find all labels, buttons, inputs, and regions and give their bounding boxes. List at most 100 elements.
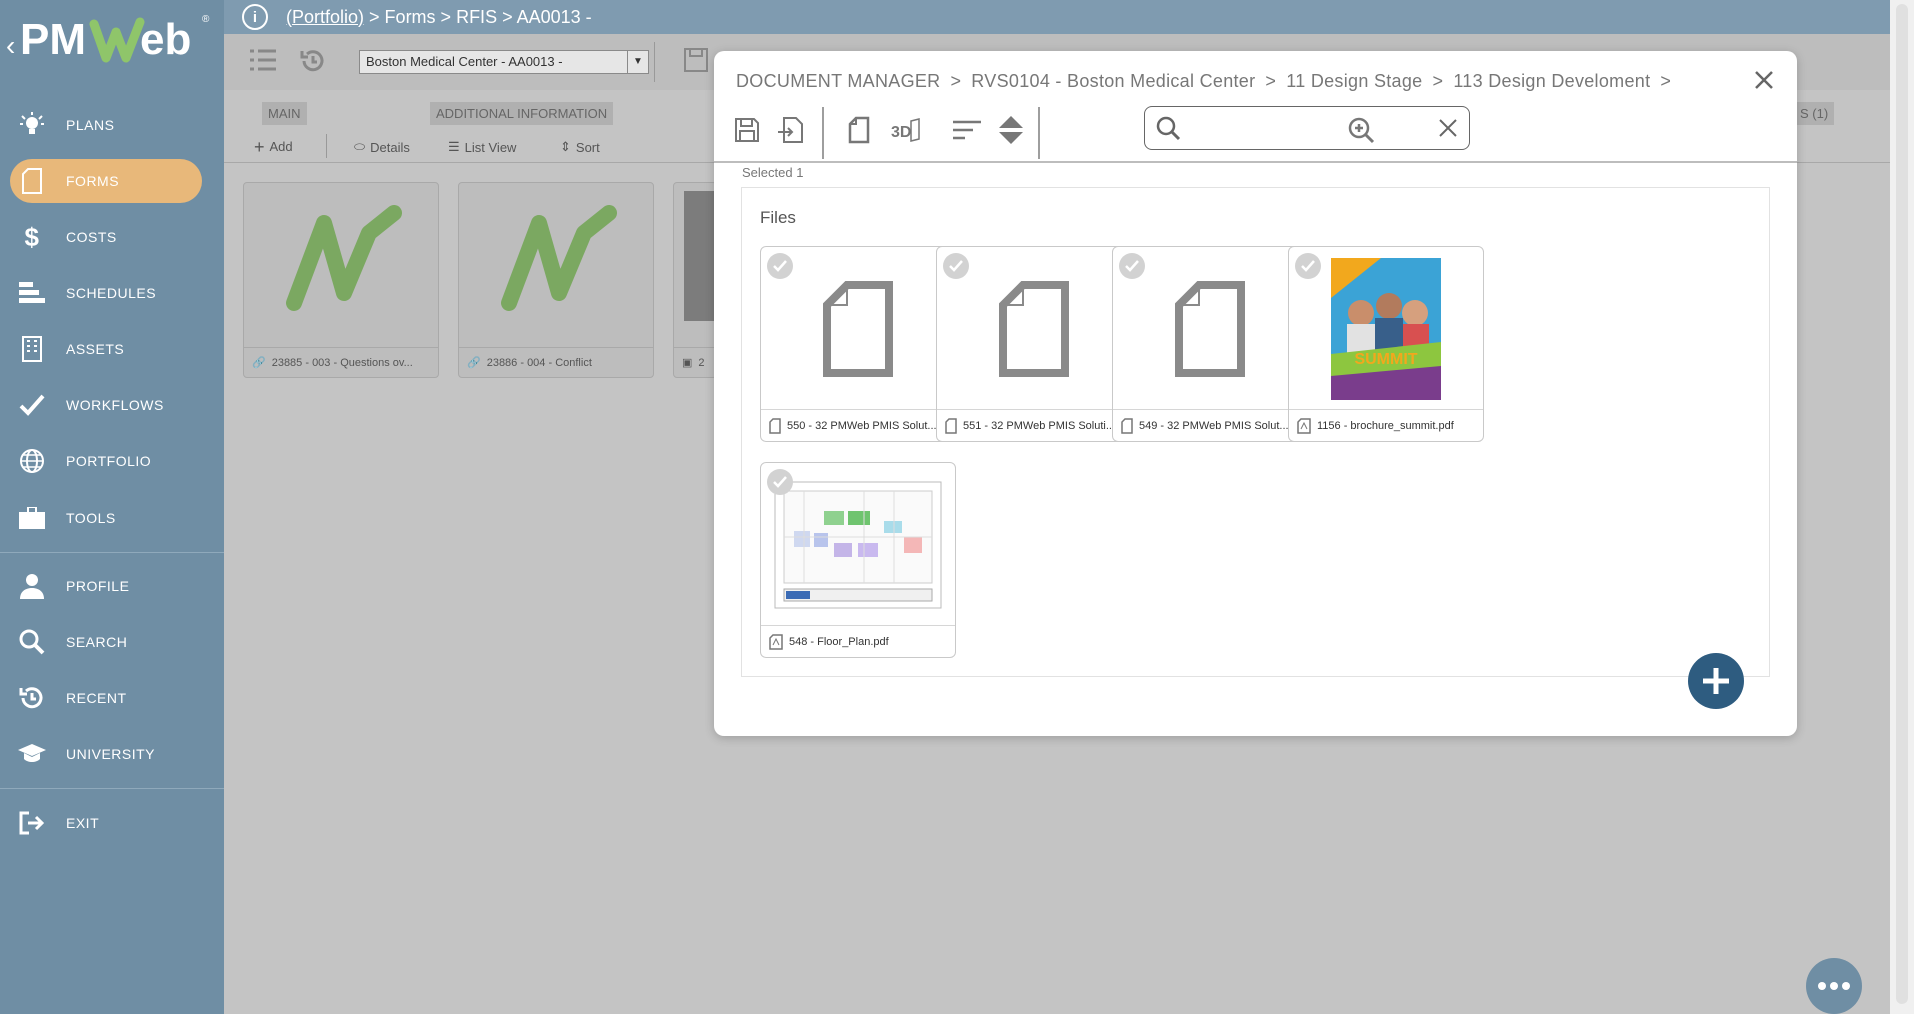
add-label: Add [269, 139, 293, 154]
tab-main[interactable]: MAIN [262, 102, 307, 125]
chevron-down-icon[interactable]: ▼ [627, 51, 648, 73]
file-tile[interactable]: 551 - 32 PMWeb PMIS Soluti... [936, 246, 1132, 442]
tab-additional-information[interactable]: ADDITIONAL INFORMATION [430, 102, 614, 125]
nav-costs[interactable]: $ COSTS [10, 215, 202, 259]
attachment-card[interactable]: ▣ 2 [673, 182, 717, 378]
sort-lines-icon [953, 120, 981, 140]
tab-attachments[interactable]: S (1) [1794, 102, 1835, 125]
file-tile[interactable]: 548 - Floor_Plan.pdf [760, 462, 956, 658]
list-icon[interactable] [250, 48, 276, 77]
attachment-caption-text: 23886 - 004 - Conflict [486, 356, 592, 369]
nav-recent[interactable]: RECENT [10, 676, 202, 720]
save-icon [735, 118, 759, 142]
3d-view-button[interactable]: 3D [886, 113, 926, 147]
file-caption: 548 - Floor_Plan.pdf [761, 625, 955, 657]
generic-file-icon [1175, 280, 1245, 377]
import-button[interactable] [774, 113, 808, 147]
attachment-card[interactable]: 🔗 23886 - 004 - Conflict [458, 182, 654, 378]
file-tile[interactable]: SUMMIT 1156 - brochure_summit.pdf [1288, 246, 1484, 442]
nav-label: SEARCH [66, 634, 128, 650]
breadcrumb-folder[interactable]: 11 Design Stage [1286, 71, 1422, 91]
pdf-icon [1297, 417, 1311, 434]
scrollbar-thumb[interactable] [1896, 4, 1908, 1004]
nav-label: ASSETS [66, 341, 125, 357]
nav-plans[interactable]: PLANS [10, 103, 202, 147]
file-type-icon [945, 417, 957, 434]
search-icon [10, 620, 54, 664]
document-icon [10, 159, 54, 203]
history-icon[interactable] [300, 48, 326, 79]
details-button[interactable]: ⬭ Details [354, 139, 410, 155]
document-manager-modal: DOCUMENT MANAGER > RVS0104 - Boston Medica… [714, 51, 1797, 736]
more-dots-icon [1818, 982, 1850, 990]
save-button[interactable] [730, 113, 764, 147]
toggle-icon: ⬭ [354, 139, 366, 154]
close-button[interactable] [1749, 65, 1779, 95]
list-view-icon: ☰ [448, 139, 460, 154]
sort-direction-button[interactable] [994, 113, 1028, 147]
top-breadcrumb-bar: i (Portfolio) > Forms > RFIS > AA0013 - [224, 0, 1890, 34]
nav-exit[interactable]: EXIT [10, 801, 202, 845]
nav-label: TOOLS [66, 510, 116, 526]
recent-history-icon [10, 676, 54, 720]
select-checkbox[interactable] [943, 253, 969, 279]
clear-search-icon[interactable] [1439, 119, 1457, 137]
new-document-button[interactable] [842, 113, 876, 147]
toolbox-icon [10, 496, 54, 540]
details-label: Details [370, 139, 410, 155]
breadcrumb-project[interactable]: RVS0104 - Boston Medical Center [971, 71, 1255, 91]
nav-label: WORKFLOWS [66, 397, 164, 413]
nav-university[interactable]: UNIVERSITY [10, 732, 202, 776]
list-view-button[interactable]: ☰ List View [448, 139, 516, 155]
file-search-box [1144, 106, 1470, 150]
checkmark-icon [773, 476, 787, 488]
project-select[interactable]: Boston Medical Center - AA0013 - ▼ [359, 50, 649, 74]
file-tile[interactable]: 549 - 32 PMWeb PMIS Solut... [1112, 246, 1308, 442]
sort-order-button[interactable] [950, 113, 984, 147]
close-icon [1755, 71, 1773, 89]
file-name: 1156 - brochure_summit.pdf [1317, 419, 1454, 432]
select-checkbox[interactable] [767, 469, 793, 495]
select-checkbox[interactable] [767, 253, 793, 279]
3d-icon: 3D [891, 118, 920, 142]
image-icon: ▣ [682, 357, 693, 369]
toolbar-separator [822, 107, 824, 159]
add-file-button[interactable] [1688, 653, 1744, 709]
breadcrumb-portfolio-link[interactable]: (Portfolio) [286, 7, 364, 27]
more-options-button[interactable] [1806, 958, 1862, 1014]
attachment-caption: 🔗 23885 - 003 - Questions ov... [244, 347, 438, 377]
nav-profile[interactable]: PROFILE [10, 564, 202, 608]
exit-icon [10, 801, 54, 845]
add-button[interactable]: + Add [254, 138, 293, 156]
nav-portfolio[interactable]: PORTFOLIO [10, 439, 202, 483]
save-icon[interactable] [684, 48, 708, 77]
file-search-input[interactable] [1181, 108, 1439, 148]
modal-title[interactable]: DOCUMENT MANAGER [736, 71, 940, 91]
nav-assets[interactable]: ASSETS [10, 327, 202, 371]
link-icon: 🔗 [467, 357, 481, 369]
pmweb-w-thumbnail [501, 205, 617, 311]
sort-button[interactable]: ⇕ Sort [560, 139, 600, 155]
nav-search[interactable]: SEARCH [10, 620, 202, 664]
pmweb-logo[interactable]: ‹ PM eb ® [6, 8, 216, 68]
graduation-cap-icon [10, 732, 54, 776]
info-icon[interactable]: i [242, 4, 268, 30]
file-tile[interactable]: 550 - 32 PMWeb PMIS Solut... [760, 246, 956, 442]
nav-forms[interactable]: FORMS [10, 159, 202, 203]
pmweb-w-thumbnail [286, 205, 402, 311]
breadcrumb-subfolder[interactable]: 113 Design Develoment [1453, 71, 1650, 91]
nav-workflows[interactable]: WORKFLOWS [10, 383, 202, 427]
nav-schedules[interactable]: SCHEDULES [10, 271, 202, 315]
attachment-card[interactable]: 🔗 23885 - 003 - Questions ov... [243, 182, 439, 378]
page-scrollbar[interactable] [1890, 0, 1914, 1014]
files-panel: Files 550 - 32 PMWeb PMIS Solut... 551 -… [741, 187, 1770, 677]
breadcrumb-separator: > [950, 71, 962, 91]
nav-label: SCHEDULES [66, 285, 157, 301]
select-checkbox[interactable] [1119, 253, 1145, 279]
select-checkbox[interactable] [1295, 253, 1321, 279]
selection-count: Selected 1 [742, 165, 804, 180]
generic-file-icon [999, 280, 1069, 377]
sort-icon: ⇕ [560, 139, 571, 154]
plus-icon [1703, 668, 1729, 694]
nav-tools[interactable]: TOOLS [10, 496, 202, 540]
